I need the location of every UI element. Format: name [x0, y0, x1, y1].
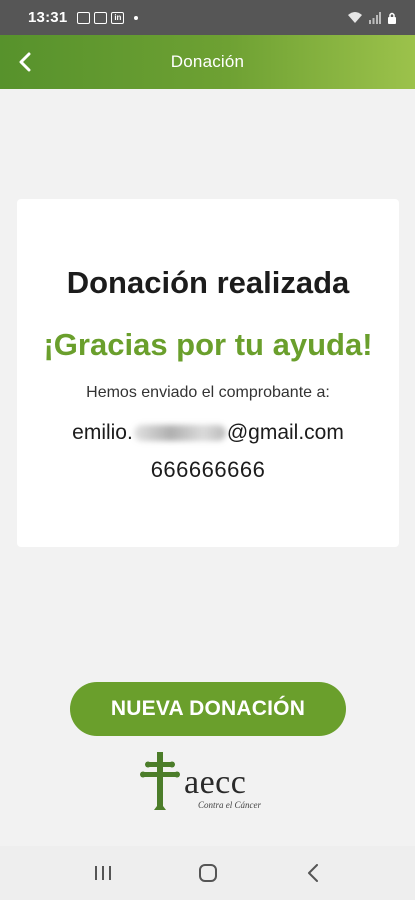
- aecc-logo: aecc Contra el Cáncer: [140, 752, 280, 812]
- recent-apps-button[interactable]: [83, 853, 123, 893]
- system-nav-bar: [0, 846, 415, 900]
- new-donation-button[interactable]: NUEVA DONACIÓN: [70, 682, 346, 736]
- donation-confirmation-card: Donación realizada ¡Gracias por tu ayuda…: [17, 199, 399, 547]
- status-time: 13:31: [28, 9, 68, 26]
- lock-icon: [388, 12, 396, 24]
- notification-icons: in: [77, 11, 139, 24]
- back-button[interactable]: [10, 47, 40, 77]
- nav-back-button[interactable]: [293, 853, 333, 893]
- status-bar: 13:31 in: [0, 0, 415, 35]
- email-prefix: emilio.: [72, 421, 133, 444]
- gallery-icon: [77, 11, 91, 24]
- home-icon: [198, 864, 217, 882]
- photos-icon: [94, 11, 108, 24]
- logo-wordmark: aecc: [184, 764, 247, 801]
- thanks-message: ¡Gracias por tu ayuda!: [43, 327, 373, 362]
- recent-apps-icon: [94, 866, 111, 880]
- logo-subtitle: Contra el Cáncer: [198, 800, 261, 810]
- status-right: [347, 11, 397, 24]
- signal-icon: [369, 11, 381, 24]
- recipient-phone: 666666666: [150, 457, 266, 482]
- confirmation-heading: Donación realizada: [66, 265, 350, 300]
- receipt-sent-text: Hemos enviado el comprobante a:: [86, 384, 330, 401]
- wifi-icon: [348, 12, 362, 23]
- email-suffix: @gmail.com: [226, 421, 344, 444]
- recipient-email: emilio. @gmail.com: [17, 421, 399, 445]
- back-icon: [307, 864, 318, 882]
- email-redacted-blur: [133, 425, 226, 441]
- double-cross-logo-icon: [140, 752, 180, 810]
- page-title: Donación: [170, 52, 245, 71]
- app-bar: Donación: [0, 35, 415, 89]
- home-button[interactable]: [188, 853, 228, 893]
- chevron-left-icon: [19, 52, 31, 72]
- linkedin-icon: in: [111, 11, 125, 24]
- more-notifications-dot: [134, 15, 139, 20]
